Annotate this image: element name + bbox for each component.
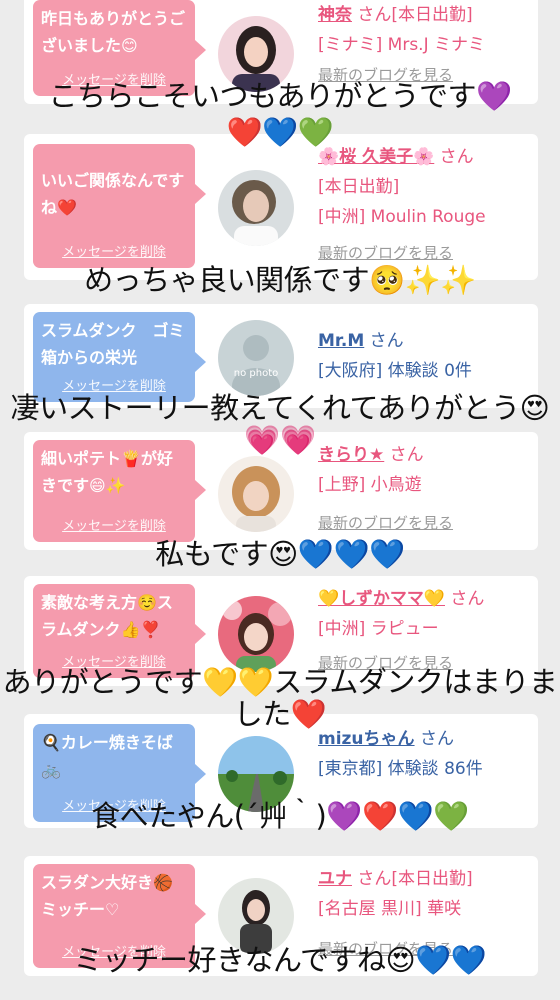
overlay-caption: ありがとうです💛💛スラムダンクはまりま (2, 665, 558, 699)
latest-blog-link[interactable]: 最新のブログを見る (318, 508, 534, 538)
shop-location: [上野] 小鳥遊 (318, 475, 422, 495)
name-suffix: さん (419, 729, 454, 749)
woman-portrait-icon (218, 596, 294, 672)
no-photo-icon: no photo (218, 320, 294, 396)
overlay-caption: ミッチー好きなんですね😍💙💙 (73, 943, 488, 977)
shop-location: [ミナミ] Mrs.J ミナミ (318, 35, 486, 55)
avatar[interactable] (218, 456, 294, 532)
shop-location: [名古屋 黒川] 華咲 (318, 899, 462, 919)
message-bubble: スラムダンク ゴミ箱からの栄光 メッセージを削除 (33, 312, 206, 402)
delete-message-link[interactable]: メッセージを削除 (33, 519, 195, 535)
profile-name-link[interactable]: 🌸桜 久美子🌸 (318, 147, 434, 167)
message-text: 🍳カレー焼きそば🚲 (41, 733, 173, 779)
name-suffix: さん (369, 331, 404, 351)
overlay-caption: した❤️ (233, 697, 327, 731)
overlay-caption: 食べたやん(´艸｀)💜❤️💙💚 (91, 799, 469, 833)
shop-location: [中洲] ラピュー (318, 619, 439, 639)
message-text: スラムダンク ゴミ箱からの栄光 (41, 321, 185, 367)
name-suffix: さん[本日出勤] (357, 869, 473, 889)
woman-portrait-icon (218, 170, 294, 246)
profile-info: mizuちゃん さん [東京都] 体験談 86件 (318, 724, 534, 784)
message-text: 素敵な考え方☺️スラムダンク👍❣️ (41, 593, 173, 639)
no-photo-label: no photo (234, 368, 278, 379)
avatar[interactable] (218, 170, 294, 246)
message-bubble: いいご関係なんですね❤️ メッセージを削除 (33, 144, 206, 268)
name-suffix: さん[本日出勤] (357, 5, 473, 25)
profile-name-link[interactable]: 💛しずかママ💛 (318, 589, 445, 609)
name-suffix: さん (450, 589, 485, 609)
overlay-caption: 私もです😍💙💙💙 (155, 537, 405, 571)
overlay-caption: めっちゃ良い関係です🥺✨✨ (84, 263, 476, 297)
review-count: [東京都] 体験談 86件 (318, 759, 483, 779)
message-card: いいご関係なんですね❤️ メッセージを削除 🌸桜 久美子🌸 さん [本日出勤] … (24, 134, 538, 280)
profile-info: Mr.M さん [大阪府] 体験談 0件 (318, 326, 534, 386)
overlay-caption: 💗💗 (244, 423, 316, 457)
profile-name-link[interactable]: ユナ (318, 869, 352, 889)
profile-info: 神奈 さん[本日出勤] [ミナミ] Mrs.J ミナミ 最新のブログを見る (318, 0, 534, 90)
profile-name-link[interactable]: Mr.M (318, 331, 364, 351)
profile-name-link[interactable]: 神奈 (318, 5, 352, 25)
review-count: [大阪府] 体験談 0件 (318, 361, 472, 381)
overlay-caption: こちらこそいつもありがとうです💜 (48, 79, 512, 113)
work-status: [本日出勤] (318, 177, 400, 197)
avatar[interactable]: no photo (218, 320, 294, 396)
favorites-message-list: 昨日もありがとうございました😊 メッセージを削除 神奈 さん[本日出勤] [ミナ… (0, 0, 560, 1000)
name-suffix: さん (439, 147, 474, 167)
profile-info: 🌸桜 久美子🌸 さん [本日出勤] [中洲] Moulin Rouge 最新のブ… (318, 142, 534, 268)
message-text: スラダン大好き🏀ミッチー♡ (41, 873, 173, 919)
woman-portrait-icon (218, 456, 294, 532)
delete-message-link[interactable]: メッセージを削除 (33, 245, 195, 261)
shop-location: [中洲] Moulin Rouge (318, 207, 486, 227)
profile-name-link[interactable]: mizuちゃん (318, 729, 415, 749)
avatar[interactable] (218, 596, 294, 672)
message-text: いいご関係なんですね❤️ (41, 171, 185, 217)
overlay-caption: 凄いストーリー教えてくれてありがとう😍 (10, 391, 550, 425)
overlay-caption: ❤️💙💚 (226, 115, 334, 149)
message-text: 昨日もありがとうございました😊 (41, 9, 186, 55)
